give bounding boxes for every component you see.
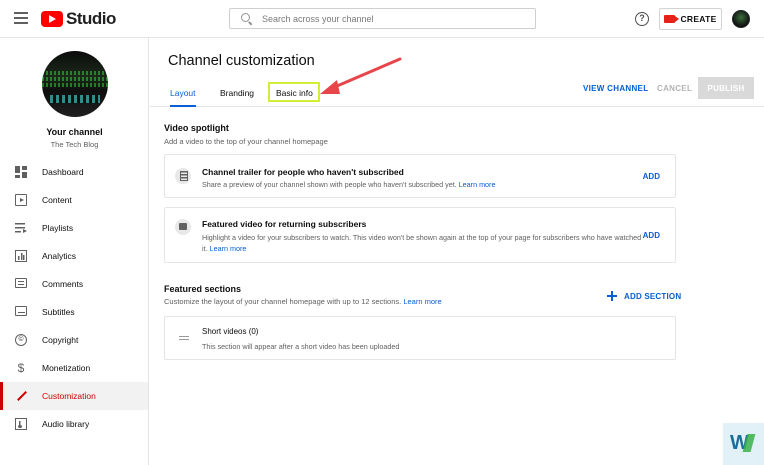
learn-more-link[interactable]: Learn more — [210, 244, 247, 253]
plus-icon — [607, 291, 617, 301]
drag-handle-icon[interactable] — [179, 336, 189, 340]
sidebar-item-label: Copyright — [42, 335, 79, 345]
watermark-logo: W — [723, 423, 764, 465]
short-videos-section[interactable]: Short videos (0) This section will appea… — [164, 316, 676, 360]
channel-trailer-card: Channel trailer for people who haven't s… — [164, 154, 676, 198]
sidebar-item-dashboard[interactable]: Dashboard — [0, 158, 148, 186]
search-input[interactable] — [262, 13, 532, 24]
dashboard-icon — [15, 166, 27, 178]
sidebar-item-label: Analytics — [42, 251, 77, 261]
search-bar[interactable] — [229, 8, 536, 29]
channel-avatar[interactable] — [42, 51, 108, 117]
sidebar-nav: Dashboard Content Playlists Analytics Co… — [0, 158, 148, 438]
customization-icon — [15, 390, 27, 402]
search-icon[interactable] — [241, 12, 253, 25]
sidebar-item-content[interactable]: Content — [0, 186, 148, 214]
sidebar-item-label: Playlists — [42, 223, 74, 233]
card-description-text: Share a preview of your channel shown wi… — [202, 180, 457, 189]
publish-button[interactable]: PUBLISH — [698, 77, 754, 99]
sidebar-item-comments[interactable]: Comments — [0, 270, 148, 298]
sidebar-item-customization[interactable]: Customization — [0, 382, 148, 410]
watermark-logo-icon: W — [730, 432, 749, 454]
tab-branding[interactable]: Branding — [220, 88, 254, 107]
create-button[interactable]: CREATE — [659, 8, 722, 30]
sidebar-item-label: Customization — [42, 391, 96, 401]
tab-layout[interactable]: Layout — [170, 88, 196, 107]
view-channel-button[interactable]: VIEW CHANNEL — [583, 84, 648, 93]
sidebar-item-copyright[interactable]: © Copyright — [0, 326, 148, 354]
comments-icon — [15, 278, 27, 288]
sidebar-item-monetization[interactable]: $ Monetization — [0, 354, 148, 382]
card-title: Channel trailer for people who haven't s… — [202, 167, 404, 177]
add-trailer-button[interactable]: ADD — [643, 172, 660, 181]
sidebar-item-label: Subtitles — [42, 307, 75, 317]
learn-more-link[interactable]: Learn more — [403, 297, 441, 306]
featured-video-icon — [175, 219, 191, 235]
create-label: CREATE — [680, 14, 717, 24]
card-description: Highlight a video for your subscribers t… — [202, 232, 642, 254]
sidebar-item-label: Dashboard — [42, 167, 84, 177]
content-icon — [15, 194, 27, 206]
menu-icon[interactable] — [14, 12, 28, 24]
subtitles-icon — [15, 306, 27, 316]
sidebar-item-label: Content — [42, 195, 72, 205]
featured-sections-description-text: Customize the layout of your channel hom… — [164, 297, 402, 306]
top-bar: Studio ? CREATE — [0, 0, 764, 38]
section-description: This section will appear after a short v… — [202, 342, 400, 351]
sidebar: Your channel The Tech Blog Dashboard Con… — [0, 38, 149, 465]
sidebar-item-label: Audio library — [42, 419, 90, 429]
logo-text: Studio — [66, 9, 116, 28]
featured-sections-title: Featured sections — [164, 284, 242, 294]
featured-sections-description: Customize the layout of your channel hom… — [164, 297, 442, 306]
copyright-icon: © — [15, 334, 27, 346]
sidebar-item-label: Comments — [42, 279, 84, 289]
video-camera-icon — [664, 15, 680, 23]
studio-logo[interactable]: Studio — [41, 9, 116, 28]
channel-name: The Tech Blog — [50, 140, 99, 149]
playlists-icon — [15, 222, 27, 234]
video-spotlight-title: Video spotlight — [164, 123, 229, 133]
sidebar-item-audio-library[interactable]: Audio library — [0, 410, 148, 438]
film-icon — [175, 168, 191, 184]
page-title: Channel customization — [168, 53, 315, 69]
featured-video-card: Featured video for returning subscribers… — [164, 207, 676, 263]
analytics-icon — [15, 250, 27, 262]
learn-more-link[interactable]: Learn more — [459, 180, 496, 189]
cancel-button[interactable]: CANCEL — [657, 84, 692, 93]
sidebar-item-label: Monetization — [42, 363, 91, 373]
sidebar-item-playlists[interactable]: Playlists — [0, 214, 148, 242]
sidebar-item-subtitles[interactable]: Subtitles — [0, 298, 148, 326]
audio-library-icon — [15, 418, 27, 430]
add-section-button[interactable]: ADD SECTION — [607, 291, 681, 301]
add-featured-video-button[interactable]: ADD — [643, 231, 660, 240]
sidebar-item-analytics[interactable]: Analytics — [0, 242, 148, 270]
card-description: Share a preview of your channel shown wi… — [202, 179, 495, 190]
section-title: Short videos (0) — [202, 327, 259, 336]
main-content: Channel customization Layout Branding Ba… — [150, 38, 764, 465]
add-section-label: ADD SECTION — [624, 291, 682, 301]
video-spotlight-description: Add a video to the top of your channel h… — [164, 137, 328, 146]
basic-info-highlight — [268, 82, 320, 102]
card-description-text: Highlight a video for your subscribers t… — [202, 233, 642, 253]
youtube-play-icon — [41, 11, 63, 27]
monetization-icon: $ — [17, 361, 25, 375]
account-avatar[interactable] — [732, 10, 750, 28]
channel-title: Your channel — [46, 127, 103, 137]
card-title: Featured video for returning subscribers — [202, 219, 367, 229]
help-icon[interactable]: ? — [635, 12, 649, 26]
